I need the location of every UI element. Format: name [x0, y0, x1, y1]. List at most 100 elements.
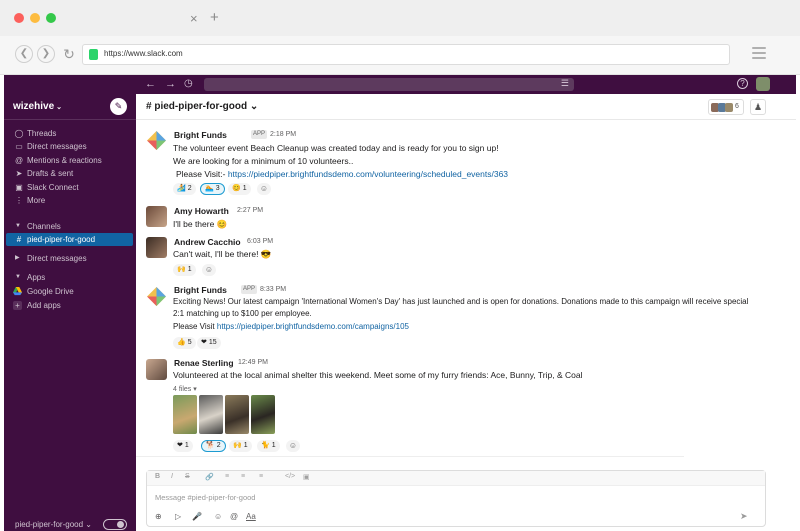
renae-sterling-avatar[interactable] — [146, 359, 167, 380]
members-button[interactable]: 6 — [708, 99, 744, 115]
microphone-icon[interactable]: 🎤 — [192, 512, 202, 521]
video-icon[interactable]: ▷ — [175, 512, 181, 521]
amy-howarth-avatar[interactable] — [146, 206, 167, 227]
file-thumbnail[interactable] — [173, 395, 197, 434]
sidebar-section-direct-messages[interactable]: ▶ Direct messages — [4, 252, 136, 265]
file-thumbnail[interactable] — [199, 395, 223, 434]
sidebar-app-google-drive[interactable]: Google Drive — [4, 285, 136, 298]
caret-right-icon: ▶ — [15, 255, 20, 261]
mention-icon[interactable]: @ — [230, 512, 238, 521]
link-icon[interactable]: 🔗 — [205, 473, 214, 481]
bright-funds-avatar[interactable] — [146, 286, 167, 307]
reaction[interactable]: ❤ 1 — [173, 440, 193, 452]
search-input[interactable]: ☰ — [204, 78, 574, 91]
message-author[interactable]: Bright Funds — [174, 130, 227, 140]
sidebar-item-drafts[interactable]: ➤ Drafts & sent — [4, 167, 136, 180]
reaction[interactable]: 🙌 1 — [173, 264, 196, 276]
divider — [136, 456, 684, 457]
sidebar-item-direct-messages[interactable]: ▭ Direct messages — [4, 140, 136, 153]
message-time[interactable]: 8:33 PM — [260, 286, 286, 293]
message-author[interactable]: Bright Funds — [174, 285, 227, 295]
browser-back-button[interactable]: ❮ — [15, 45, 33, 63]
channel-title[interactable]: # pied-piper-for-good ⌄ — [146, 101, 258, 112]
blockquote-icon[interactable]: ≡ — [259, 473, 263, 480]
maximize-window-button[interactable] — [46, 13, 56, 23]
reload-icon[interactable]: ↻ — [60, 45, 78, 63]
hands-emoji-icon: 🙌 — [177, 266, 186, 273]
huddle-toggle[interactable] — [103, 519, 127, 530]
reaction[interactable]: 🐈 1 — [257, 440, 280, 452]
reaction[interactable]: 🙌 1 — [229, 440, 252, 452]
message-time[interactable]: 6:03 PM — [247, 238, 273, 245]
connect-icon: ▣ — [15, 183, 23, 192]
browser-forward-button[interactable]: ❯ — [37, 45, 55, 63]
code-icon[interactable]: </> — [285, 473, 295, 480]
compose-button[interactable]: ✎ — [110, 98, 127, 115]
emoji-icon[interactable]: ☺ — [214, 512, 222, 521]
code-block-icon[interactable]: ▣ — [303, 473, 310, 481]
message-author[interactable]: Amy Howarth — [174, 206, 229, 216]
bold-icon[interactable]: B — [155, 473, 160, 480]
strikethrough-icon[interactable]: S — [185, 473, 190, 480]
message-author[interactable]: Renae Sterling — [174, 358, 234, 368]
reaction[interactable]: 😊 1 — [228, 183, 251, 195]
message-time[interactable]: 12:49 PM — [238, 359, 268, 366]
minimize-window-button[interactable] — [30, 13, 40, 23]
history-back-icon[interactable]: ← — [145, 77, 156, 91]
browser-menu-icon[interactable] — [752, 47, 766, 59]
message-author[interactable]: Andrew Cacchio — [174, 237, 241, 247]
sidebar-item-mentions[interactable]: @ Mentions & reactions — [4, 154, 136, 167]
caret-down-icon: ▼ — [15, 274, 21, 280]
huddle-channel-label[interactable]: pied-piper-for-good ⌄ — [15, 520, 92, 529]
bulleted-list-icon[interactable]: ≡ — [241, 473, 245, 480]
history-forward-icon[interactable]: → — [165, 77, 176, 91]
search-filter-icon[interactable]: ☰ — [561, 78, 569, 89]
history-clock-icon[interactable]: ◷ — [184, 77, 193, 91]
close-tab-icon[interactable]: × — [190, 12, 198, 25]
sidebar-add-apps[interactable]: + Add apps — [4, 299, 136, 312]
message-time[interactable]: 2:27 PM — [237, 207, 263, 214]
reaction[interactable]: 🐕 2 — [201, 440, 226, 452]
sidebar-item-threads[interactable]: ◯ Threads — [4, 127, 136, 140]
file-thumbnail[interactable] — [225, 395, 249, 434]
swimmer-emoji-icon: 🏊 — [205, 185, 214, 192]
campaign-link[interactable]: https://piedpiper.brightfundsdemo.com/ca… — [217, 322, 409, 331]
reaction[interactable]: ❤ 15 — [197, 337, 221, 349]
italic-icon[interactable]: I — [171, 473, 173, 480]
reaction[interactable]: 🏄 2 — [173, 183, 196, 195]
attach-plus-icon[interactable]: ⊕ — [155, 512, 162, 521]
message-input[interactable]: Message #pied-piper-for-good — [155, 493, 255, 502]
ordered-list-icon[interactable]: ≡ — [225, 473, 229, 480]
workspace-header[interactable]: wizehive ⌄ ✎ — [4, 94, 136, 120]
drafts-icon: ➤ — [15, 169, 23, 178]
send-icon[interactable]: ➤ — [740, 511, 748, 522]
event-link[interactable]: https://piedpiper.brightfundsdemo.com/vo… — [228, 169, 508, 179]
sidebar-channel-pied-piper-for-good[interactable]: # pied-piper-for-good — [6, 233, 133, 246]
andrew-cacchio-avatar[interactable] — [146, 237, 167, 258]
reaction[interactable]: 🏊 3 — [200, 183, 225, 195]
file-thumbnail[interactable] — [251, 395, 275, 434]
message-time[interactable]: 2:18 PM — [270, 131, 296, 138]
bright-funds-avatar[interactable] — [146, 130, 167, 151]
user-avatar[interactable] — [756, 77, 770, 91]
new-tab-icon[interactable]: + — [210, 10, 219, 25]
browser-tab-bar: × + — [0, 0, 800, 36]
address-bar[interactable]: https://www.slack.com — [82, 44, 730, 65]
lock-icon — [89, 49, 98, 60]
sidebar-item-more[interactable]: ⋮ More — [4, 194, 136, 207]
add-reaction-icon[interactable]: ☺ — [257, 183, 271, 195]
sidebar-section-apps[interactable]: ▼ Apps — [4, 271, 136, 284]
add-reaction-icon[interactable]: ☺ — [286, 440, 300, 452]
message-composer[interactable]: B I S 🔗 ≡ ≡ ≡ </> ▣ Message #pied-piper-… — [146, 470, 766, 527]
plus-icon: + — [13, 301, 22, 310]
sidebar-item-slack-connect[interactable]: ▣ Slack Connect — [4, 181, 136, 194]
workspace-name[interactable]: wizehive ⌄ — [13, 101, 62, 112]
help-icon[interactable]: ? — [737, 78, 748, 89]
format-toggle-icon[interactable]: Aa — [246, 512, 256, 521]
sidebar-section-channels[interactable]: ▼ Channels — [4, 220, 136, 233]
files-toggle[interactable]: 4 files ▾ — [173, 385, 197, 393]
reaction[interactable]: 👍 5 — [173, 337, 196, 349]
close-window-button[interactable] — [14, 13, 24, 23]
add-reaction-icon[interactable]: ☺ — [202, 264, 216, 276]
add-member-icon[interactable]: ♟ — [750, 99, 766, 115]
